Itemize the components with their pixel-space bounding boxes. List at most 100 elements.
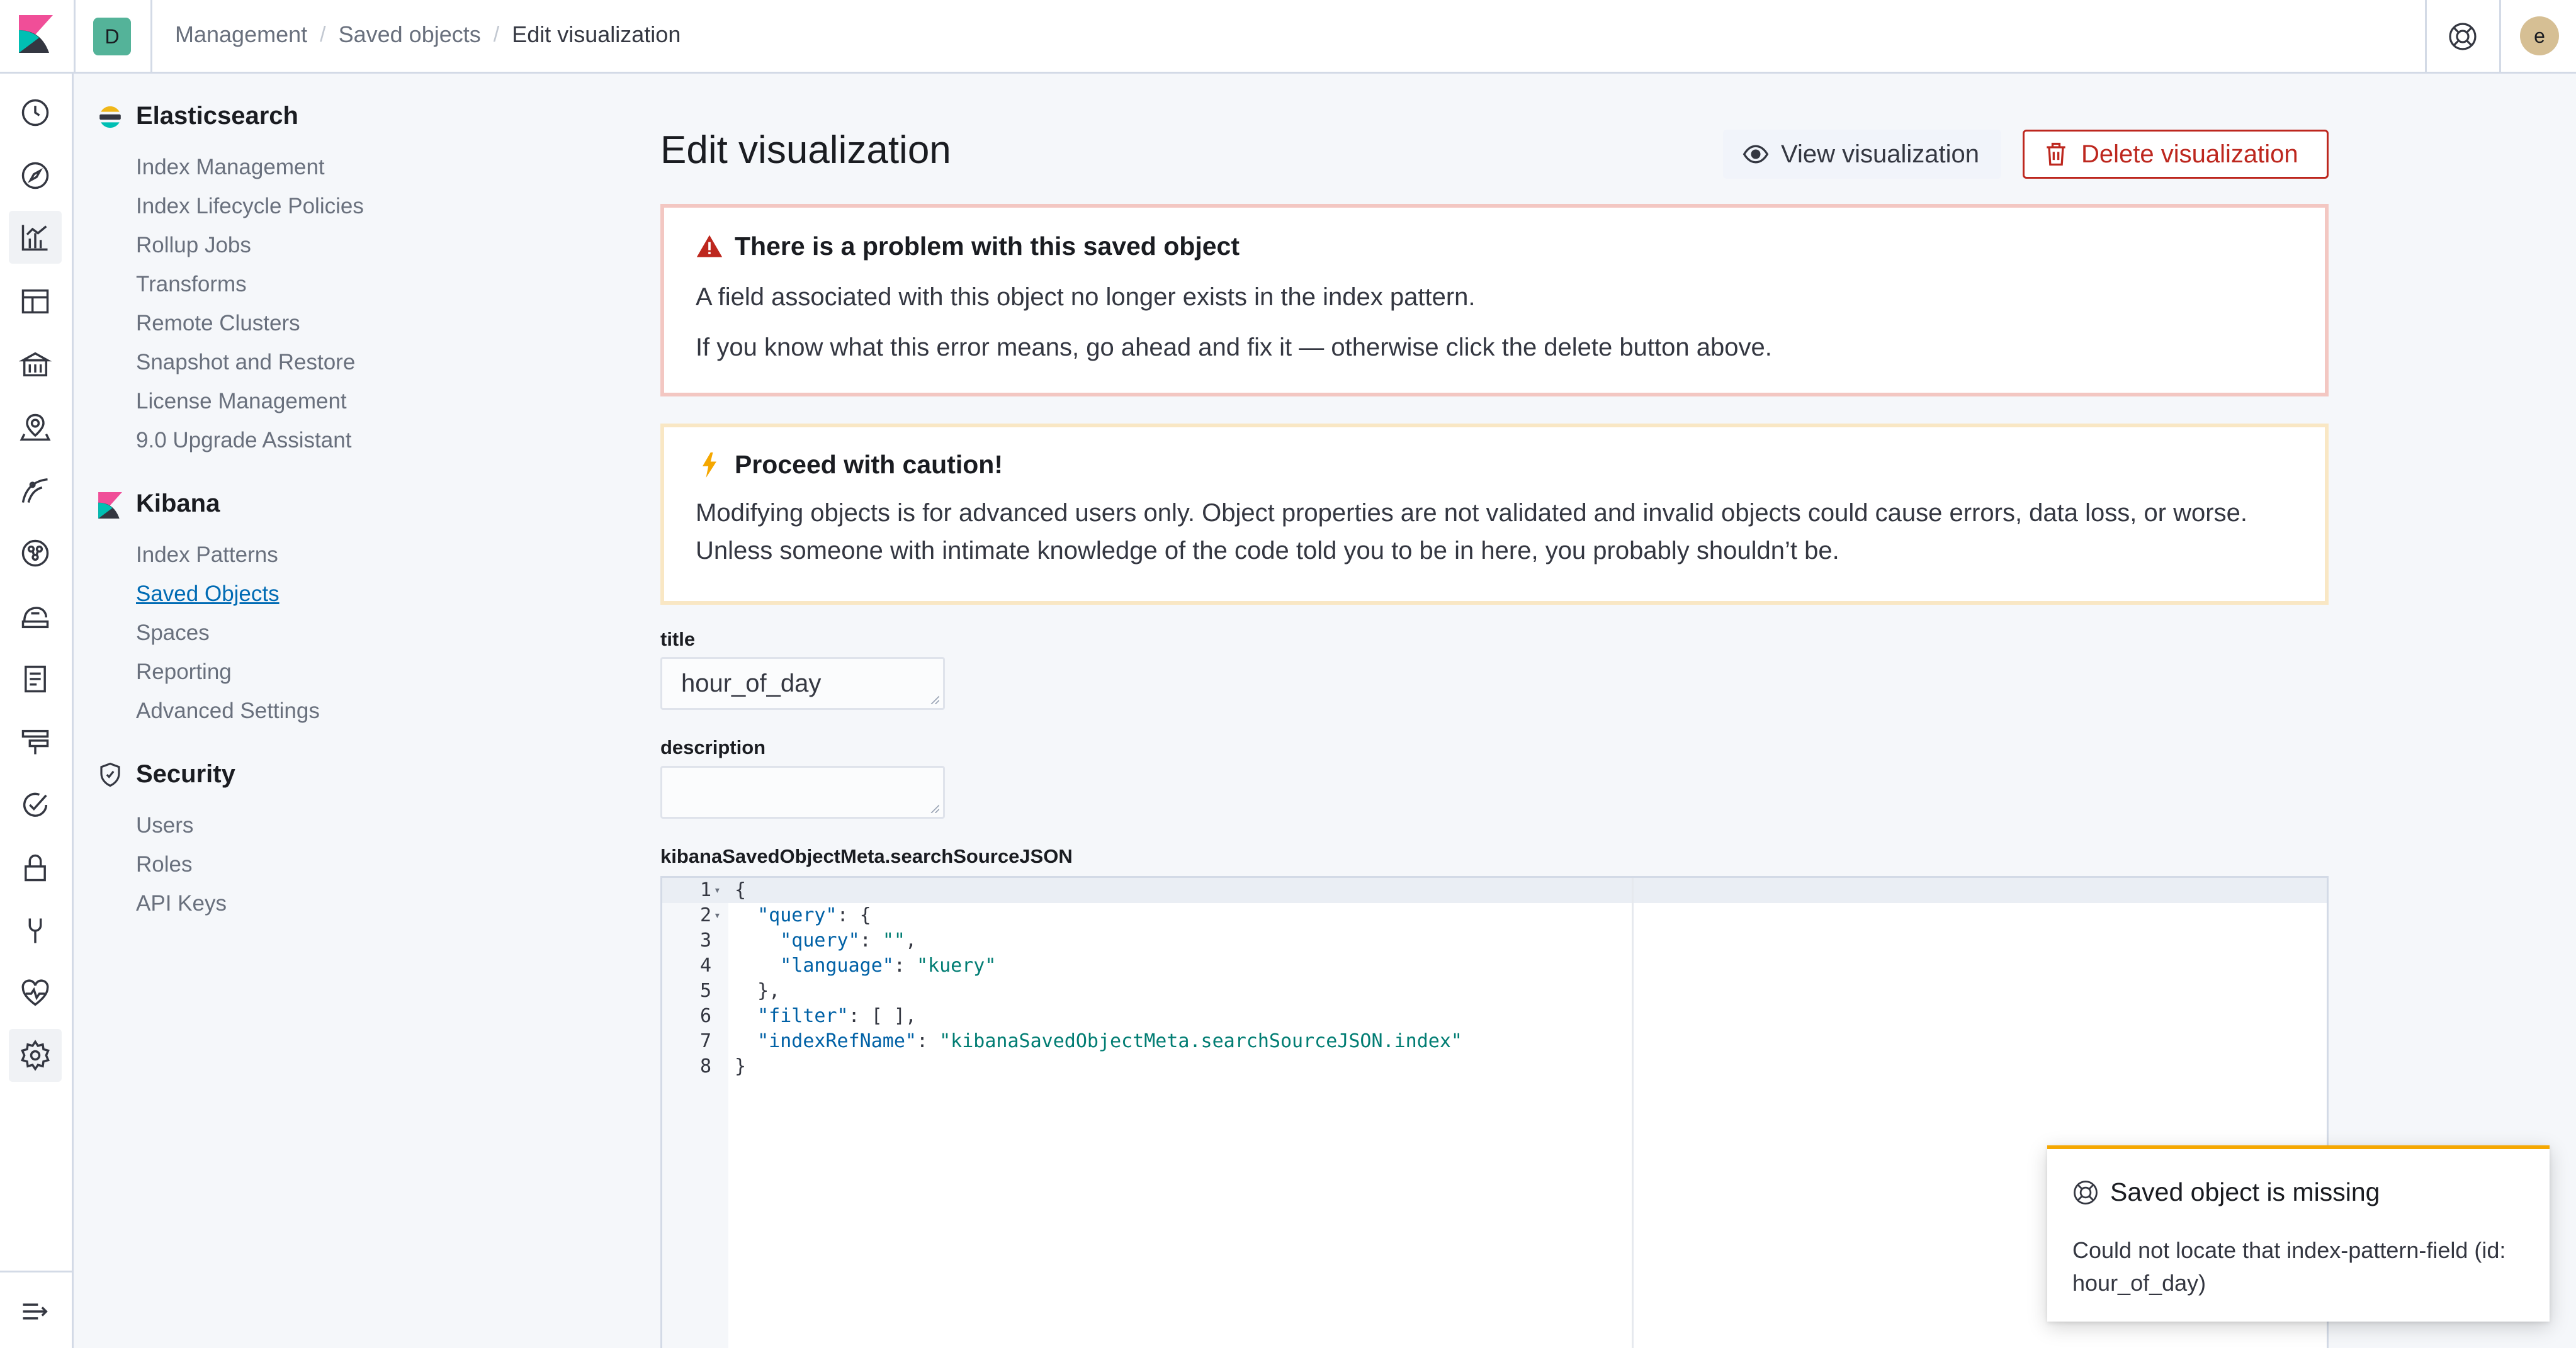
space-avatar[interactable]: D [93,18,131,55]
view-visualization-button[interactable]: View visualization [1723,130,2001,179]
code-text: { [735,879,747,901]
uptime-icon[interactable] [19,789,52,821]
eye-icon [1743,145,1769,164]
editor-line[interactable]: 8} [662,1054,2299,1079]
fold-toggle-icon[interactable]: ▾ [714,903,721,928]
delete-visualization-button[interactable]: Delete visualization [2023,130,2329,179]
bolt-icon [703,452,716,478]
management-gear-icon [21,1040,50,1071]
sidebar-section-security: Security [136,760,235,788]
sidebar-item-reporting[interactable]: Reporting [136,660,232,685]
editor-line[interactable]: 3 "query": "", [662,928,2299,953]
sidebar-item-users[interactable]: Users [136,813,193,838]
line-number: 6 [699,1005,711,1027]
visualize-nav-button[interactable] [9,211,62,264]
metrics-icon[interactable] [19,600,52,632]
elasticsearch-logo-icon [99,106,121,128]
ml-icon[interactable] [19,474,52,507]
canvas-icon[interactable] [19,348,52,381]
editor-line[interactable]: 4 "language": "kuery" [662,953,2299,979]
sidebar-item-api-keys[interactable]: API Keys [136,891,227,916]
error-callout-line: A field associated with this object no l… [696,283,1476,311]
code-text: } [735,1055,747,1077]
code-text: "query": { [757,904,871,926]
sidebar-item-saved-objects[interactable]: Saved Objects [136,581,280,607]
breadcrumb-separator: / [320,22,326,47]
sidebar-item-license-management[interactable]: License Management [136,389,347,414]
warning-callout: Proceed with caution! Modifying objects … [660,424,2329,605]
help-lifebuoy-icon[interactable] [2448,21,2478,52]
line-number: 7 [699,1030,711,1052]
description-field[interactable] [660,766,945,819]
warning-callout-title: Proceed with caution! [696,450,1003,480]
warning-callout-text: Modifying objects is for advanced users … [696,499,2247,564]
logs-icon[interactable] [19,663,52,695]
code-text: "indexRefName": "kibanaSavedObjectMeta.s… [757,1030,1462,1052]
sidebar-item-rollup-jobs[interactable]: Rollup Jobs [136,233,251,258]
siem-lock-icon[interactable] [19,851,52,884]
editor-line[interactable]: 1 ▾ { [662,878,2299,903]
delete-visualization-label: Delete visualization [2081,140,2298,168]
graph-icon[interactable] [19,537,52,570]
dev-tools-icon[interactable] [19,914,52,947]
resize-grip-icon[interactable] [929,694,939,704]
visualize-icon [21,225,48,251]
line-number: 3 [699,930,711,952]
fold-toggle-icon[interactable]: ▾ [714,878,721,903]
alert-triangle-icon [696,235,723,257]
sidebar-section-kibana: Kibana [136,490,220,517]
maps-icon[interactable] [19,411,52,444]
line-number: 8 [699,1055,711,1077]
management-nav-button[interactable] [9,1029,62,1082]
line-number: 5 [699,980,711,1002]
help-lifebuoy-icon [2074,1180,2098,1205]
sidebar-item-upgrade-assistant[interactable]: 9.0 Upgrade Assistant [136,428,351,453]
sidebar-item-transforms[interactable]: Transforms [136,272,247,297]
sidebar-item-remote-clusters[interactable]: Remote Clusters [136,311,300,336]
sidebar-item-snapshot-and-restore[interactable]: Snapshot and Restore [136,350,355,375]
toast-title-text: Saved object is missing [2110,1177,2380,1206]
sidebar-section-elasticsearch: Elasticsearch [136,102,298,130]
breadcrumb-edit-visualization: Edit visualization [512,21,681,47]
toast-message: Could not locate that index-pattern-fiel… [2072,1237,2506,1296]
sidebar-item-index-lifecycle-policies[interactable]: Index Lifecycle Policies [136,194,364,219]
dashboard-icon[interactable] [19,285,52,318]
saved-object-missing-toast[interactable]: Saved object is missing Could not locate… [2047,1145,2550,1322]
nav-rail [0,74,74,1348]
breadcrumb: Management / Saved objects / Edit visual… [175,21,681,48]
editor-line[interactable]: 6 "filter": [ ], [662,1004,2299,1029]
search-source-json-label: kibanaSavedObjectMeta.searchSourceJSON [660,845,1073,867]
clock-icon[interactable] [19,96,52,129]
header-divider [2425,0,2427,74]
error-callout-line: If you know what this error means, go ah… [696,334,1772,361]
sidebar-item-index-management[interactable]: Index Management [136,155,325,180]
code-text: "query": "", [780,930,917,952]
breadcrumb-management[interactable]: Management [175,21,307,48]
title-field[interactable]: hour_of_day [660,657,945,710]
breadcrumb-saved-objects[interactable]: Saved objects [339,21,481,48]
sidebar-item-advanced-settings[interactable]: Advanced Settings [136,699,320,724]
sidebar-item-roles[interactable]: Roles [136,852,192,877]
sidebar-item-spaces[interactable]: Spaces [136,621,210,646]
monitoring-icon[interactable] [19,977,52,1010]
resize-grip-icon[interactable] [929,803,939,813]
code-text: }, [735,980,781,1002]
discover-compass-icon[interactable] [19,159,52,192]
kibana-logo-icon [98,492,122,519]
top-header: D Management / Saved objects / Edit visu… [0,0,2576,74]
sidebar-item-index-patterns[interactable]: Index Patterns [136,542,278,568]
editor-line[interactable]: 5 }, [662,979,2299,1004]
breadcrumb-separator: / [493,22,500,47]
kibana-logo-icon[interactable] [19,15,53,53]
editor-line[interactable]: 7 "indexRefName": "kibanaSavedObjectMeta… [662,1029,2299,1054]
code-text: "language": "kuery" [780,955,997,977]
apm-icon[interactable] [19,726,52,758]
editor-line[interactable]: 2 ▾ "query": { [662,903,2299,928]
menu-collapse-icon[interactable] [19,1295,52,1328]
error-callout-title: There is a problem with this saved objec… [696,232,1240,261]
error-callout: There is a problem with this saved objec… [660,204,2329,396]
shield-icon [100,762,120,787]
header-divider [2499,0,2501,74]
user-avatar[interactable]: e [2520,16,2559,55]
trash-icon [2047,142,2065,166]
